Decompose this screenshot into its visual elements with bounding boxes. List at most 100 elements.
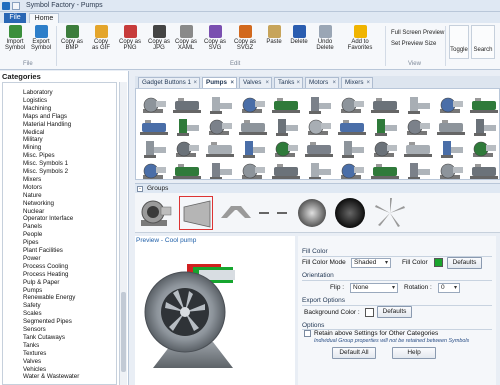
pump-symbol-icon[interactable] (305, 117, 333, 137)
background-color-swatch[interactable] (365, 308, 374, 317)
category-item[interactable]: Logistics (23, 97, 47, 104)
category-item[interactable]: Segmented Pipes (23, 318, 72, 325)
pump-symbol-icon[interactable] (272, 117, 300, 137)
pump-symbol-icon[interactable] (272, 95, 300, 115)
pump-symbol-icon[interactable] (140, 161, 168, 179)
category-item[interactable]: Power (23, 255, 41, 262)
pump-symbol-icon[interactable] (437, 117, 465, 137)
home-tab[interactable]: Home (29, 13, 59, 23)
pump-symbol-icon[interactable] (437, 95, 465, 115)
export-defaults-button[interactable]: Defaults (377, 306, 412, 318)
close-tab-icon[interactable]: × (366, 78, 370, 88)
pump-symbol-icon[interactable] (338, 95, 366, 115)
pump-symbol-icon[interactable] (206, 161, 234, 179)
close-tab-icon[interactable]: × (296, 78, 300, 88)
pump-symbol-icon[interactable] (470, 95, 498, 115)
star-button[interactable]: Add to Favorites (343, 25, 377, 51)
doc-tab[interactable]: Tanks × (274, 77, 303, 88)
scrollbar-thumb[interactable] (121, 292, 126, 372)
file-tab[interactable]: File (4, 13, 26, 23)
xaml-button[interactable]: Copy as XAML (173, 25, 199, 51)
jpg-button[interactable]: Copy as JPG (146, 25, 172, 51)
pump-symbol-icon[interactable] (173, 139, 201, 159)
retain-settings-checkbox[interactable] (304, 330, 311, 337)
category-item[interactable]: Mining (23, 144, 41, 151)
category-item[interactable]: Maps and Flags (23, 113, 67, 120)
help-button[interactable]: Help (392, 347, 436, 359)
fill-color-mode-select[interactable]: Shaded (351, 258, 391, 268)
category-item[interactable]: Vehicles (23, 366, 46, 373)
pump-symbol-icon[interactable] (404, 95, 432, 115)
pump-symbol-icon[interactable] (206, 95, 234, 115)
pump-symbol-icon[interactable] (239, 117, 267, 137)
fill-defaults-button[interactable]: Defaults (447, 257, 482, 269)
rotation-select[interactable]: 0 (438, 283, 460, 293)
pump-symbol-icon[interactable] (140, 117, 168, 137)
pump-symbol-icon[interactable] (338, 139, 366, 159)
svg-button[interactable]: Copy as SVG (202, 25, 228, 51)
pump-symbol-icon[interactable] (437, 139, 465, 159)
pump-symbol-icon[interactable] (404, 117, 432, 137)
doc-tab[interactable]: Motors × (305, 77, 339, 88)
pump-symbol-icon[interactable] (206, 117, 234, 137)
category-item[interactable]: Water & Wastewater (23, 373, 79, 380)
svgz-button[interactable]: Copy as SVGZ (231, 25, 259, 51)
doc-tab[interactable]: Gadget Buttons 1 × (138, 77, 200, 88)
pump-symbol-icon[interactable] (140, 139, 168, 159)
close-tab-icon[interactable]: × (230, 78, 234, 88)
category-item[interactable]: Networking (23, 200, 54, 207)
pump-symbol-icon[interactable] (305, 95, 333, 115)
category-item[interactable]: Laboratory (23, 89, 53, 96)
category-item[interactable]: Safety (23, 302, 41, 309)
pump-symbol-icon[interactable] (470, 161, 498, 179)
group-thumb-dark-circle[interactable] (333, 196, 367, 230)
pump-symbol-icon[interactable] (371, 95, 399, 115)
gif-button[interactable]: Copy as GIF (88, 25, 114, 51)
category-item[interactable]: Material Handling (23, 121, 71, 128)
pump-symbol-icon[interactable] (404, 161, 432, 179)
category-item[interactable]: Medical (23, 129, 44, 136)
doc-tab[interactable]: Valves × (239, 77, 272, 88)
group-thumb-nozzle[interactable] (179, 196, 213, 230)
pump-symbol-icon[interactable] (371, 117, 399, 137)
doc-tab[interactable]: Pumps × (202, 77, 237, 88)
pump-symbol-icon[interactable] (272, 139, 300, 159)
pump-symbol-icon[interactable] (173, 117, 201, 137)
category-item[interactable]: Operator Interface (23, 215, 73, 222)
category-item[interactable]: Pulp & Paper (23, 279, 59, 286)
category-item[interactable]: Military (23, 136, 43, 143)
pump-symbol-icon[interactable] (140, 95, 168, 115)
quick-access-icon[interactable] (12, 2, 20, 10)
pump-symbol-icon[interactable] (371, 139, 399, 159)
category-item[interactable]: People (23, 231, 42, 238)
category-item[interactable]: Panels (23, 223, 42, 230)
category-item[interactable]: Renewable Energy (23, 294, 75, 301)
pump-symbol-icon[interactable] (272, 161, 300, 179)
category-item[interactable]: Sensors (23, 326, 46, 333)
pump-symbol-icon[interactable] (173, 161, 201, 179)
category-item[interactable]: Misc. Symbols 1 (23, 160, 68, 167)
pump-symbol-icon[interactable] (206, 139, 234, 159)
full-screen-preview-button[interactable]: Full Screen Preview (391, 30, 444, 36)
close-tab-icon[interactable]: × (332, 78, 336, 88)
category-item[interactable]: Motors (23, 184, 42, 191)
undo-button[interactable]: Undo Delete (313, 25, 337, 51)
category-item[interactable]: Nuclear (23, 208, 44, 215)
category-item[interactable]: Scales (23, 310, 42, 317)
pump-symbol-icon[interactable] (305, 139, 333, 159)
category-scrollbar[interactable] (119, 82, 127, 385)
category-item[interactable]: Pumps (23, 287, 42, 294)
png-button[interactable]: Copy as PNG (117, 25, 143, 51)
close-tab-icon[interactable]: × (193, 78, 197, 88)
pump-symbol-icon[interactable] (239, 95, 267, 115)
import-button[interactable]: Import Symbol (4, 25, 26, 51)
delete-button[interactable]: Delete (288, 25, 310, 45)
bmp-button[interactable]: Copy as BMP (59, 25, 85, 51)
default-all-button[interactable]: Default All (332, 347, 376, 359)
symbol-gallery[interactable] (135, 88, 500, 180)
category-item[interactable]: Plant Facilities (23, 247, 63, 254)
category-item[interactable]: Valves (23, 358, 41, 365)
category-item[interactable]: Textures (23, 350, 46, 357)
flip-select[interactable]: None (350, 283, 398, 293)
pump-symbol-icon[interactable] (470, 139, 498, 159)
